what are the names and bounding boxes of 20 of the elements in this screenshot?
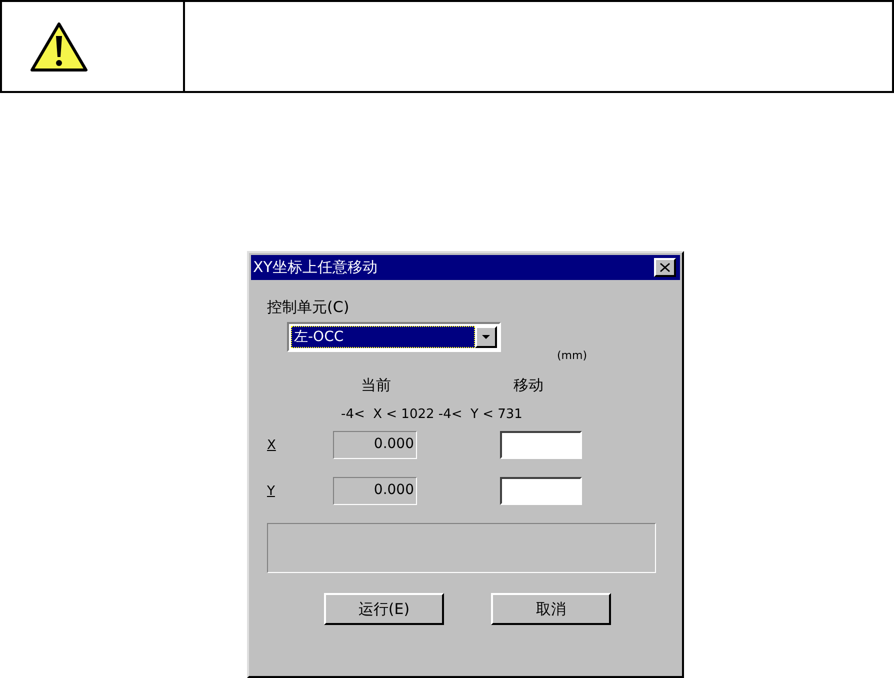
dialog-button[interactable]: 运行(E) bbox=[324, 593, 444, 625]
window-title: XY坐标上任意移动 bbox=[253, 258, 378, 277]
close-icon bbox=[660, 263, 670, 272]
dropdown-arrow-button[interactable] bbox=[475, 326, 497, 348]
range-text: -4< X < 1022 -4< Y < 731 bbox=[340, 407, 524, 422]
axis-label: X bbox=[267, 438, 277, 452]
caret-icon bbox=[482, 335, 490, 339]
current-value-field: 0.000 bbox=[333, 477, 417, 505]
column-header: 移动 bbox=[514, 376, 544, 395]
warning-icon bbox=[28, 20, 88, 72]
column-header: 当前 bbox=[361, 376, 392, 395]
move-input-field[interactable] bbox=[500, 477, 582, 505]
move-input-field[interactable] bbox=[500, 431, 582, 459]
control-unit-dropdown[interactable]: 左-OCC bbox=[287, 322, 501, 352]
close-button[interactable] bbox=[654, 258, 676, 277]
dialog-button[interactable]: 取消 bbox=[491, 593, 611, 625]
unit-label: (mm) bbox=[557, 349, 588, 362]
current-value-field: 0.000 bbox=[333, 431, 417, 459]
control-unit-label: 控制单元(C) bbox=[267, 298, 350, 317]
axis-label: Y bbox=[267, 484, 276, 498]
